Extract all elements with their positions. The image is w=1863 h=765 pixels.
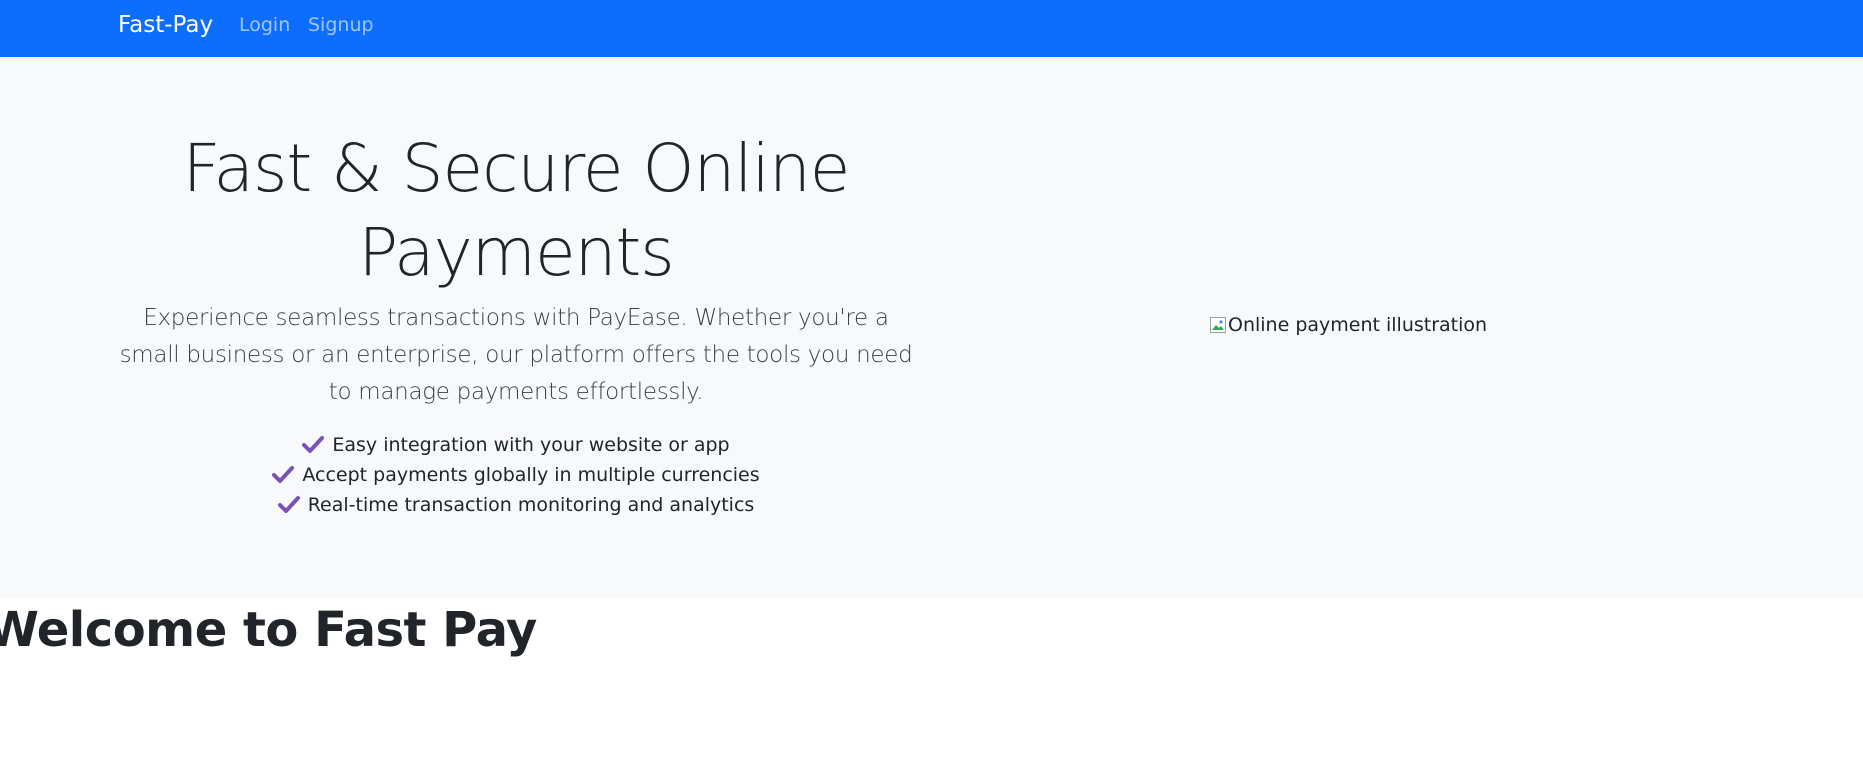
check-icon [272, 466, 295, 483]
image-alt-text: Online payment illustration [1228, 314, 1488, 336]
hero-lead: Experience seamless transactions with Pa… [119, 305, 913, 405]
navbar: Fast-Pay Login Signup [0, 0, 1863, 57]
brand-link[interactable]: Fast-Pay [118, 11, 213, 39]
nav-link-login[interactable]: Login [239, 14, 290, 36]
hero-section: Fast & Secure Online Payments Experience… [0, 57, 1863, 598]
hero-illustration: Online payment illustration [1210, 313, 1487, 337]
check-icon [302, 436, 325, 453]
broken-image-icon [1210, 317, 1226, 333]
check-icon [277, 496, 300, 513]
feature-item: Accept payments globally in multiple cur… [110, 460, 922, 490]
feature-text: Easy integration with your website or ap… [332, 434, 730, 456]
nav-link-signup[interactable]: Signup [308, 14, 374, 36]
feature-list: Easy integration with your website or ap… [110, 430, 922, 520]
welcome-heading: Welcome to Fast Pay [0, 602, 537, 658]
hero-title: Fast & Secure Online Payments [182, 130, 851, 291]
feature-item: Real-time transaction monitoring and ana… [110, 490, 922, 520]
feature-text: Real-time transaction monitoring and ana… [307, 494, 755, 516]
feature-text: Accept payments globally in multiple cur… [302, 464, 760, 486]
feature-item: Easy integration with your website or ap… [110, 430, 922, 460]
